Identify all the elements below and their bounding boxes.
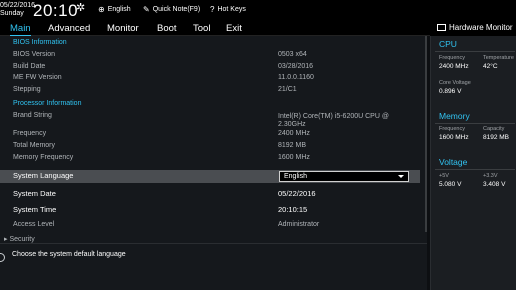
total-memory-value: 8192 MB [278, 142, 307, 149]
access-level-label: Access Level [13, 221, 55, 228]
memory-capacity-value: 8192 MB [483, 134, 510, 141]
divider [435, 51, 515, 52]
system-date-row[interactable]: System Date 05/22/2016 [0, 188, 420, 199]
total-memory-row: Total Memory 8192 MB [0, 141, 420, 152]
v33-label: +3.3V [483, 173, 498, 179]
bios-version-label: BIOS Version [13, 51, 56, 58]
access-level-row: Access Level Administrator [0, 220, 420, 231]
system-date-value[interactable]: 05/22/2016 [278, 189, 316, 198]
bios-version-value: 0503 x64 [278, 51, 307, 58]
bios-version-row: BIOS Version 0503 x64 [0, 50, 420, 61]
memory-frequency-value: 1600 MHz [278, 154, 310, 161]
memory-heading: Memory [439, 111, 470, 121]
tab-tool[interactable]: Tool [193, 23, 210, 34]
bios-information-heading: BIOS Information [13, 39, 67, 46]
system-time-row[interactable]: System Time 20:10:15 [0, 204, 420, 215]
tab-monitor[interactable]: Monitor [107, 23, 139, 34]
system-time-label: System Time [13, 205, 57, 214]
date-display: 05/22/2016 [0, 2, 36, 9]
tab-advanced[interactable]: Advanced [48, 23, 90, 34]
hardware-monitor-header: Hardware Monitor [430, 21, 516, 36]
v5-label: +5V [439, 173, 449, 179]
build-date-row: Build Date 03/28/2016 [0, 62, 420, 73]
gear-icon[interactable]: ✲ [76, 1, 85, 14]
cpu-temperature-label: Temperature [483, 55, 514, 61]
memory-frequency-value: 1600 MHz [439, 134, 469, 141]
cpu-frequency-value: 2400 MHz [439, 63, 469, 70]
total-memory-label: Total Memory [13, 142, 56, 149]
me-fw-row: ME FW Version 11.0.0.1160 [0, 73, 420, 84]
system-language-row[interactable]: System Language English [0, 170, 420, 183]
help-bar: Choose the system default language [0, 243, 427, 290]
clock-display: 20:10 [33, 1, 79, 20]
hot-keys-button[interactable]: ? Hot Keys [210, 5, 246, 14]
help-icon: ? [210, 5, 215, 14]
build-date-value: 03/28/2016 [278, 63, 314, 70]
hardware-monitor-panel: CPU Frequency 2400 MHz Temperature 42°C … [430, 36, 516, 290]
core-voltage-label: Core Voltage [439, 80, 471, 86]
cpu-temperature-value: 42°C [483, 63, 498, 70]
globe-icon: ⊕ [98, 5, 105, 14]
frequency-row: Frequency 2400 MHz [0, 129, 420, 140]
access-level-value: Administrator [278, 221, 320, 228]
language-label: English [107, 6, 131, 13]
memory-frequency-label: Frequency [439, 126, 465, 132]
memory-capacity-label: Capacity [483, 126, 505, 132]
top-bar: 05/22/2016 Sunday 20:10 ✲ ⊕ English ✎ Qu… [0, 0, 516, 21]
core-voltage-value: 0.896 V [439, 88, 462, 95]
system-date-label: System Date [13, 189, 56, 198]
hot-keys-label: Hot Keys [217, 6, 246, 13]
build-date-label: Build Date [13, 63, 46, 70]
note-icon: ✎ [143, 5, 150, 14]
main-panel: BIOS Information BIOS Version 0503 x64 B… [0, 36, 427, 243]
cpu-heading: CPU [439, 39, 457, 49]
voltage-heading: Voltage [439, 157, 468, 167]
chevron-down-icon [398, 175, 404, 178]
cpu-frequency-label: Frequency [439, 55, 465, 61]
day-display: Sunday [0, 10, 24, 17]
brand-string-label: Brand String [13, 112, 52, 119]
me-fw-value: 11.0.0.1160 [278, 74, 314, 81]
main-scrollbar[interactable] [425, 36, 427, 232]
menu-bar: Main Advanced Monitor Boot Tool Exit [0, 21, 430, 36]
hardware-monitor-title: Hardware Monitor [449, 23, 513, 32]
processor-information-heading: Processor Information [13, 100, 82, 107]
v33-value: 3.408 V [483, 181, 506, 188]
quick-note-button[interactable]: ✎ Quick Note(F9) [143, 5, 200, 14]
v5-value: 5.080 V [439, 181, 462, 188]
info-icon [0, 253, 5, 262]
tab-exit[interactable]: Exit [226, 23, 242, 34]
stepping-label: Stepping [13, 86, 41, 93]
tab-main[interactable]: Main [10, 23, 31, 36]
frequency-label: Frequency [13, 130, 47, 137]
help-text: Choose the system default language [12, 251, 126, 258]
security-label: ▸ Security [4, 236, 35, 243]
stepping-row: Stepping 21/C1 [0, 85, 420, 96]
quick-note-label: Quick Note(F9) [152, 6, 201, 13]
security-row[interactable]: ▸ Security [0, 234, 420, 243]
monitor-icon [437, 24, 446, 31]
memory-frequency-row: Memory Frequency 1600 MHz [0, 153, 420, 164]
me-fw-label: ME FW Version [13, 74, 62, 81]
system-language-label: System Language [13, 171, 74, 180]
tab-boot[interactable]: Boot [157, 23, 177, 34]
memory-frequency-label: Memory Frequency [13, 154, 74, 161]
system-language-value: English [284, 173, 307, 180]
security-text: Security [9, 236, 35, 243]
system-language-dropdown[interactable]: English [279, 171, 409, 182]
language-button[interactable]: ⊕ English [98, 5, 131, 14]
system-time-value[interactable]: 20:10:15 [278, 205, 307, 214]
divider [435, 169, 515, 170]
stepping-value: 21/C1 [278, 86, 297, 93]
brand-string-value: Intel(R) Core(TM) i5-6200U CPU @ 2.30GHz [278, 113, 389, 128]
frequency-value: 2400 MHz [278, 130, 310, 137]
divider [435, 123, 515, 124]
